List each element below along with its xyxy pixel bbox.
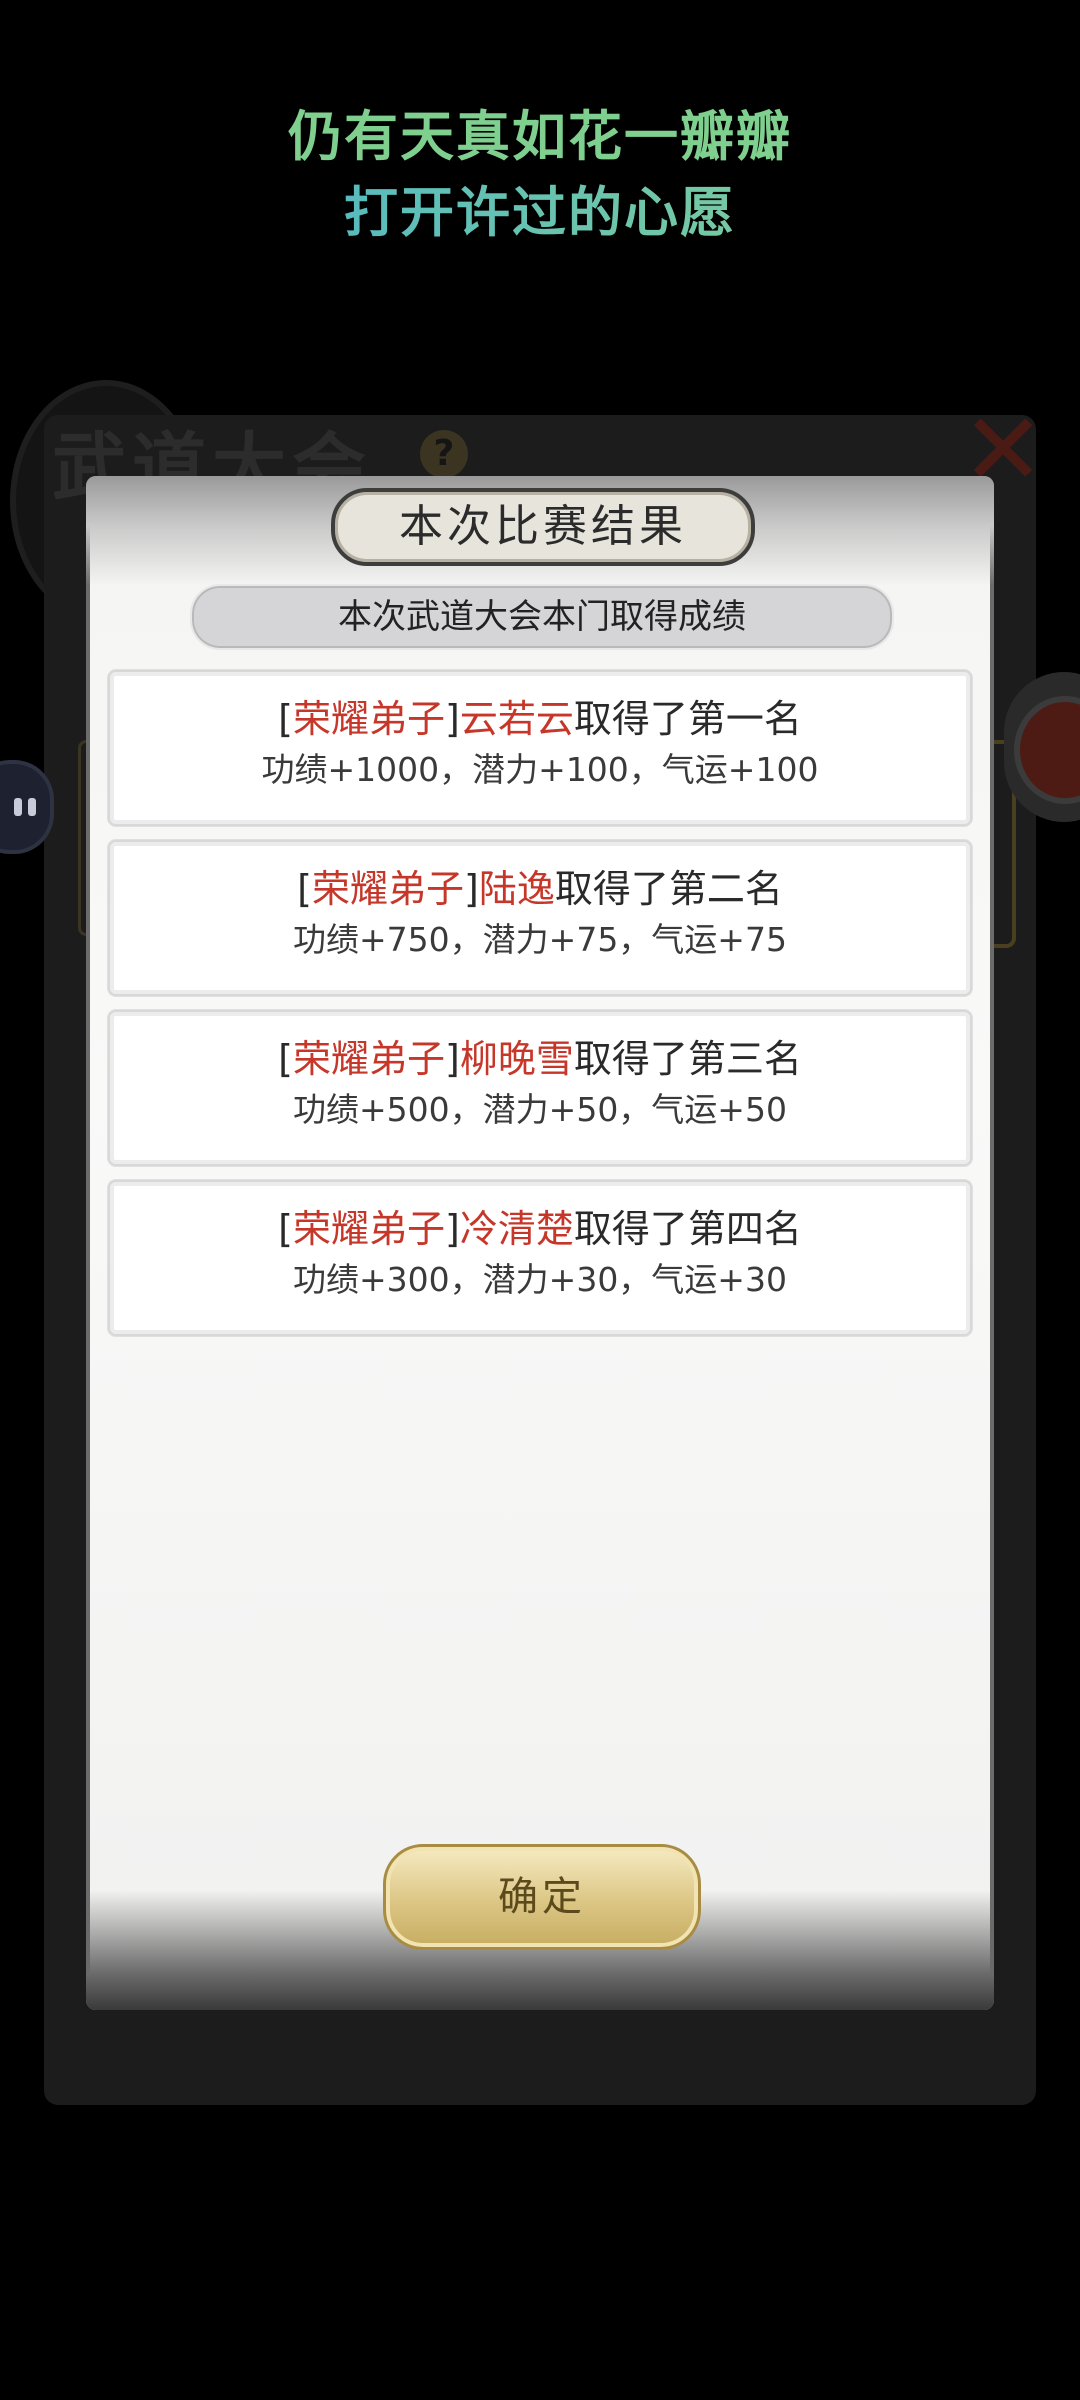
disciple-name: 柳晚雪 xyxy=(459,1037,574,1081)
rank-tag: 荣耀弟子 xyxy=(311,867,464,911)
result-headline: [荣耀弟子]陆逸取得了第二名 xyxy=(297,867,783,911)
result-item: [荣耀弟子]云若云取得了第一名 功绩+1000，潜力+100，气运+100 xyxy=(108,670,972,826)
result-item: [荣耀弟子]柳晚雪取得了第三名 功绩+500，潜力+50，气运+50 xyxy=(108,1010,972,1166)
reward-text: 功绩+750，潜力+75，气运+75 xyxy=(293,920,787,959)
result-headline: [荣耀弟子]冷清楚取得了第四名 xyxy=(278,1207,802,1251)
rank-text: 取得了第一名 xyxy=(573,697,802,741)
lyric-line-2: 打开许过的心愿 xyxy=(0,168,1080,247)
reward-text: 功绩+300，潜力+30，气运+30 xyxy=(293,1260,787,1299)
result-headline: [荣耀弟子]柳晚雪取得了第三名 xyxy=(278,1037,802,1081)
dialog-title: 本次比赛结果 xyxy=(331,488,755,566)
rank-tag: 荣耀弟子 xyxy=(292,697,445,741)
rank-text: 取得了第三名 xyxy=(573,1037,802,1081)
rank-tag: 荣耀弟子 xyxy=(292,1037,445,1081)
result-headline: [荣耀弟子]云若云取得了第一名 xyxy=(278,697,802,741)
mask-icon xyxy=(1014,696,1080,804)
disciple-name: 陆逸 xyxy=(478,867,555,911)
confirm-button[interactable]: 确定 xyxy=(383,1844,701,1950)
results-list: [荣耀弟子]云若云取得了第一名 功绩+1000，潜力+100，气运+100 [荣… xyxy=(108,670,972,1350)
rank-text: 取得了第二名 xyxy=(554,867,783,911)
reward-text: 功绩+500，潜力+50，气运+50 xyxy=(293,1090,787,1129)
result-dialog: 本次比赛结果 本次武道大会本门取得成绩 [荣耀弟子]云若云取得了第一名 功绩+1… xyxy=(86,476,994,2010)
lyric-line-1: 仍有天真如花一瓣瓣 xyxy=(288,105,792,168)
help-icon[interactable]: ? xyxy=(420,430,468,478)
result-item: [荣耀弟子]陆逸取得了第二名 功绩+750，潜力+75，气运+75 xyxy=(108,840,972,996)
rank-text: 取得了第四名 xyxy=(573,1207,802,1251)
eye-icon xyxy=(28,798,36,816)
disciple-name: 云若云 xyxy=(459,697,574,741)
dialog-subtitle: 本次武道大会本门取得成绩 xyxy=(190,584,894,650)
eye-icon xyxy=(14,798,22,816)
disciple-name: 冷清楚 xyxy=(459,1207,574,1251)
reward-text: 功绩+1000，潜力+100，气运+100 xyxy=(261,750,819,789)
result-item: [荣耀弟子]冷清楚取得了第四名 功绩+300，潜力+30，气运+30 xyxy=(108,1180,972,1336)
rank-tag: 荣耀弟子 xyxy=(292,1207,445,1251)
